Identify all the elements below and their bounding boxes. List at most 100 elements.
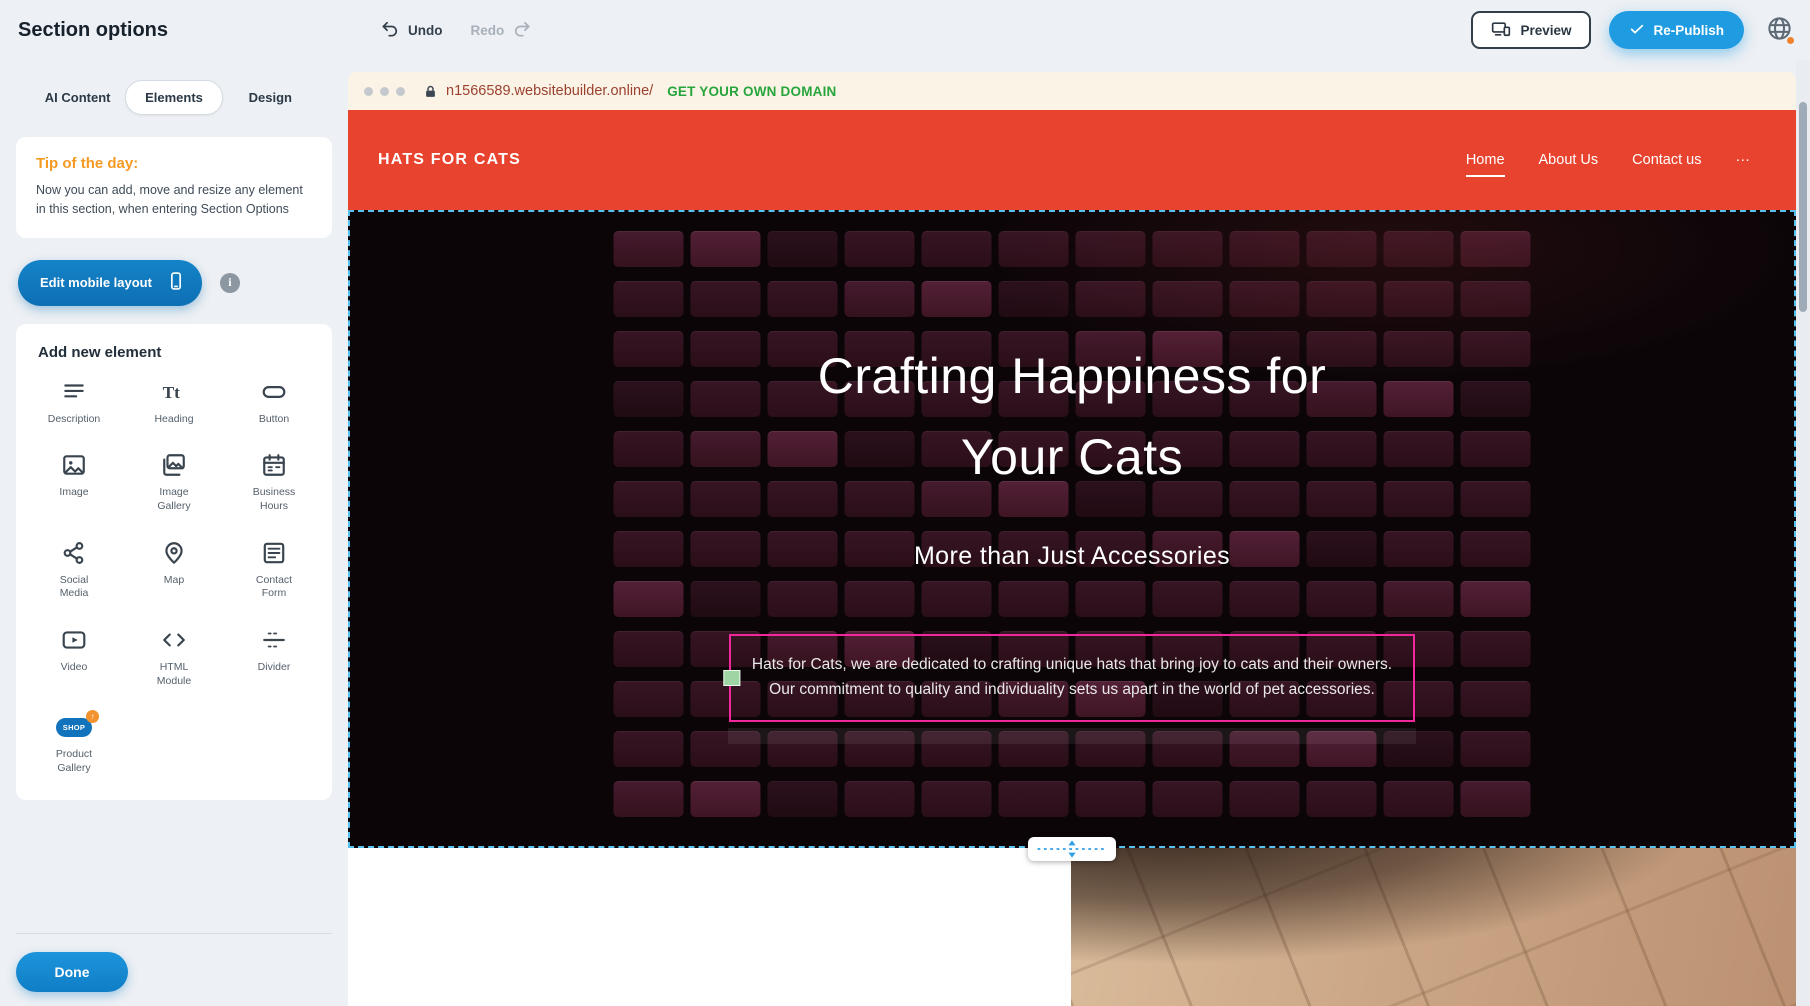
edit-mobile-label: Edit mobile layout (40, 275, 152, 290)
hero-subtitle[interactable]: More than Just Accessories (348, 542, 1796, 571)
upgrade-badge-icon: ↑ (86, 710, 99, 723)
next-section-image[interactable] (1071, 848, 1796, 1006)
html-module-icon (161, 627, 187, 653)
hero-paragraph: Hats for Cats, we are dedicated to craft… (741, 653, 1403, 703)
heading-icon: Tt (161, 379, 187, 405)
element-label: Social Media (45, 574, 103, 601)
element-label: Button (259, 413, 289, 427)
element-label: Description (48, 413, 101, 427)
hero-title-line1: Crafting Happiness for (818, 348, 1326, 404)
business-hours-icon (261, 452, 287, 478)
element-video[interactable]: Video (24, 627, 124, 688)
tip-card: Tip of the day: Now you can add, move an… (16, 137, 332, 238)
element-grid: Description Tt Heading Button Image Image Gal… (24, 379, 324, 776)
topbar: Section options Undo Redo Preview Re-Pub… (0, 0, 1810, 60)
element-map[interactable]: Map (124, 540, 224, 601)
tab-elements[interactable]: Elements (125, 80, 222, 115)
editor-canvas-area: n1566589.websitebuilder.online/ GET YOUR… (348, 72, 1796, 1006)
sidebar-footer: Done (16, 933, 332, 1006)
nav-home[interactable]: Home (1466, 152, 1505, 168)
tab-ai-content[interactable]: AI Content (30, 80, 125, 115)
next-section-blank (348, 848, 1071, 1006)
element-description[interactable]: Description (24, 379, 124, 427)
undo-label: Undo (408, 23, 443, 38)
element-image[interactable]: Image (24, 452, 124, 513)
hero-overlay: Crafting Happiness for Your Cats More th… (348, 210, 1796, 848)
check-icon (1629, 21, 1645, 40)
element-button[interactable]: Button (224, 379, 324, 427)
add-element-title: Add new element (38, 344, 324, 361)
element-contact-form[interactable]: Contact Form (224, 540, 324, 601)
browser-bar: n1566589.websitebuilder.online/ GET YOUR… (348, 72, 1796, 110)
image-icon (61, 452, 87, 478)
site-canvas: HATS FOR CATS HomeAbout UsContact us··· … (348, 110, 1796, 1006)
undo-button[interactable]: Undo (380, 19, 443, 42)
preview-label: Preview (1520, 23, 1571, 38)
tab-design[interactable]: Design (223, 80, 318, 115)
shop-badge: SHOP (56, 718, 92, 737)
nav-about-us[interactable]: About Us (1539, 152, 1599, 168)
button-icon (261, 379, 287, 405)
drag-ghost-strip (728, 728, 1416, 744)
site-logo[interactable]: HATS FOR CATS (378, 151, 521, 169)
undo-redo-group: Undo Redo (380, 0, 532, 60)
redo-icon (512, 19, 532, 42)
element-image-gallery[interactable]: Image Gallery (124, 452, 224, 513)
devices-icon (1491, 19, 1511, 42)
element-product-gallery[interactable]: SHOP↑ Product Gallery (24, 714, 124, 775)
resize-handle-left[interactable] (723, 670, 740, 686)
element-social-media[interactable]: Social Media (24, 540, 124, 601)
site-nav: Home About Us Contact us ··· (1466, 152, 1750, 168)
hero-section[interactable]: Crafting Happiness for Your Cats More th… (348, 210, 1796, 848)
sidebar: AI Content Elements Design Tip of the da… (0, 60, 348, 1006)
redo-label: Redo (471, 23, 505, 38)
element-divider[interactable]: Divider (224, 627, 324, 688)
language-globe-button[interactable] (1762, 13, 1796, 47)
republish-label: Re-Publish (1653, 23, 1724, 38)
element-label: Video (61, 661, 88, 675)
next-section-row (348, 848, 1796, 1006)
element-business-hours[interactable]: Business Hours (224, 452, 324, 513)
undo-icon (380, 19, 400, 42)
done-button[interactable]: Done (16, 952, 128, 992)
notification-dot (1787, 37, 1794, 44)
resize-arrows-icon (1033, 839, 1111, 859)
element-label: Divider (258, 661, 291, 675)
element-label: Contact Form (245, 574, 303, 601)
image-gallery-icon (161, 452, 187, 478)
scrollbar (1796, 60, 1810, 1006)
selected-text-element[interactable]: Hats for Cats, we are dedicated to craft… (729, 634, 1415, 722)
product-gallery-icon: SHOP↑ (56, 714, 92, 740)
element-label: HTML Module (145, 661, 203, 688)
panel-tabs: AI Content Elements Design (30, 80, 318, 115)
tip-title: Tip of the day: (36, 155, 312, 172)
page-title: Section options (18, 19, 168, 42)
redo-button[interactable]: Redo (471, 19, 533, 42)
site-url[interactable]: n1566589.websitebuilder.online/ (446, 83, 653, 99)
element-heading[interactable]: Tt Heading (124, 379, 224, 427)
element-label: Image (59, 486, 88, 500)
republish-button[interactable]: Re-Publish (1609, 11, 1744, 49)
window-dots (364, 87, 405, 96)
video-icon (61, 627, 87, 653)
contact-form-icon (261, 540, 287, 566)
hero-title[interactable]: Crafting Happiness for Your Cats (348, 336, 1796, 498)
phone-icon (166, 271, 186, 294)
section-resize-handle[interactable] (1028, 837, 1116, 861)
nav-more[interactable]: ··· (1736, 152, 1751, 168)
element-label: Map (164, 574, 184, 588)
svg-text:Tt: Tt (163, 383, 181, 402)
nav-contact-us[interactable]: Contact us (1632, 152, 1701, 168)
add-element-card: Add new element Description Tt Heading Butt… (16, 324, 332, 800)
element-html-module[interactable]: HTML Module (124, 627, 224, 688)
info-icon[interactable]: i (220, 273, 240, 293)
element-label: Product Gallery (45, 748, 103, 775)
get-domain-link[interactable]: GET YOUR OWN DOMAIN (667, 84, 836, 99)
edit-mobile-layout-button[interactable]: Edit mobile layout (18, 260, 202, 306)
preview-button[interactable]: Preview (1471, 11, 1591, 49)
topbar-actions: Preview Re-Publish (1471, 11, 1796, 49)
element-label: Heading (154, 413, 193, 427)
social-media-icon (61, 540, 87, 566)
scrollbar-thumb[interactable] (1799, 102, 1807, 312)
site-header: HATS FOR CATS Home About Us Contact us ··· (348, 110, 1796, 210)
